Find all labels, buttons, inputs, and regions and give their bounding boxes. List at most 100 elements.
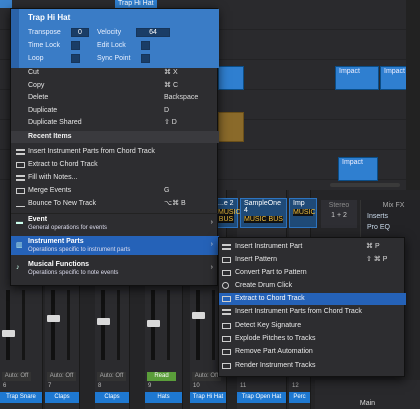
submenu-create-drum-click[interactable]: Create Drum Click [219, 280, 406, 292]
event-icon: ▬ [16, 219, 23, 226]
clip-impact[interactable]: Impact [338, 157, 378, 181]
automation-mode[interactable]: Read [147, 372, 176, 381]
horizontal-scrollbar[interactable] [330, 183, 400, 187]
instrument-part-icon [16, 149, 25, 155]
edit-lock-label: Edit Lock [97, 42, 126, 49]
menu-item-label: Duplicate Shared [28, 119, 82, 126]
inserts-label[interactable]: Inserts [361, 211, 420, 222]
submenu-item-label: Detect Key Signature [235, 322, 302, 329]
clip-audio[interactable] [218, 112, 244, 142]
submenu-render-instrument-tracks[interactable]: Render Instrument Tracks [219, 360, 406, 372]
explode-icon [222, 336, 231, 342]
render-icon [222, 363, 231, 369]
submenu-insert-instrument-part[interactable]: Insert Instrument Part ⌘ P [219, 241, 406, 253]
submenu-item-label: Insert Pattern [235, 256, 278, 263]
transpose-field[interactable]: 0 [71, 28, 89, 37]
channel-name[interactable]: Trap Hi Hat [190, 392, 226, 403]
chord-track-icon [16, 162, 25, 168]
automation-mode[interactable]: Auto: Off [97, 372, 126, 381]
menu-item-shortcut: ⌘ X [164, 69, 178, 76]
menu-item-shortcut: D [164, 107, 170, 114]
group-description: General operations for events [28, 225, 108, 231]
loop-checkbox[interactable] [71, 54, 80, 63]
clip-impact[interactable]: Impact [380, 66, 408, 90]
sync-point-checkbox[interactable] [141, 54, 150, 63]
menu-item-shortcut: ⌥⌘ B [164, 200, 186, 207]
menu-item-label: Merge Events [28, 187, 72, 194]
stereo-output[interactable]: Stereo 1 + 2 [321, 200, 357, 228]
menu-item-delete[interactable]: Delete Backspace [11, 92, 219, 104]
part-inspector-header: Trap Hi Hat Transpose 0 Velocity 64 Time… [11, 9, 219, 68]
bus-label: MUSIC BUS [218, 209, 241, 223]
menu-item-label: Fill with Notes... [28, 174, 78, 181]
edit-lock-checkbox[interactable] [141, 41, 150, 50]
submenu-detect-key-signature[interactable]: Detect Key Signature [219, 320, 406, 332]
channel-name[interactable]: Perc [289, 392, 310, 403]
channel-number: 12 [292, 383, 299, 389]
bus-label: MUSIC BUS [244, 216, 283, 223]
instrument-parts-submenu: Insert Instrument Part ⌘ P Insert Patter… [218, 237, 406, 377]
channel-header-name: SampleOne 4 [244, 200, 281, 214]
menu-item-label: Delete [28, 94, 49, 101]
channel-name[interactable]: Hats [145, 392, 182, 403]
clip-impact[interactable]: Impact [335, 66, 379, 90]
menu-item-label: Bounce To New Track [28, 200, 96, 207]
submenu-item-label: Convert Part to Pattern [235, 269, 307, 276]
velocity-field[interactable]: 64 [136, 28, 170, 37]
menu-item-insert-parts-from-chord[interactable]: Insert Instrument Parts from Chord Track [11, 146, 219, 158]
group-title: Instrument Parts [28, 238, 84, 245]
channel-name[interactable]: Trap Snare [0, 392, 42, 403]
menu-item-extract-chord[interactable]: Extract to Chord Track [11, 159, 219, 171]
submenu-item-label: Explode Pitches to Tracks [235, 335, 316, 342]
channel-name[interactable]: Trap Open Hat [237, 392, 286, 403]
channel-name[interactable]: Claps [45, 392, 79, 403]
submenu-item-shortcut: ⇧ ⌘ P [366, 256, 388, 263]
menu-group-musical-functions[interactable]: ♪ Musical Functions Operations specific … [11, 259, 219, 278]
submenu-remove-part-automation[interactable]: Remove Part Automation [219, 346, 406, 358]
menu-item-label: Duplicate [28, 107, 58, 114]
channel-name[interactable]: Claps [95, 392, 129, 403]
submenu-item-label: Insert Instrument Parts from Chord Track [235, 308, 362, 315]
transpose-label: Transpose [28, 29, 61, 36]
submenu-explode-pitches[interactable]: Explode Pitches to Tracks [219, 333, 406, 345]
menu-item-shortcut: ⌘ C [164, 82, 178, 89]
stereo-label: Stereo [328, 202, 350, 209]
menu-item-cut[interactable]: Cut ⌘ X [11, 67, 219, 79]
menu-item-shortcut: Backspace [164, 94, 199, 101]
clip-top-left[interactable] [0, 0, 12, 8]
group-description: Operations specific to note events [28, 270, 119, 276]
submenu-insert-pattern[interactable]: Insert Pattern ⇧ ⌘ P [219, 254, 406, 266]
event-context-menu: Trap Hi Hat Transpose 0 Velocity 64 Time… [10, 8, 219, 286]
automation-icon [222, 349, 231, 355]
drum-click-icon [222, 282, 229, 289]
instrument-part-icon [222, 309, 231, 315]
menu-item-label: Extract to Chord Track [28, 161, 98, 168]
submenu-extract-to-chord-track[interactable]: Extract to Chord Track [219, 293, 406, 305]
instrument-parts-icon: ▥ [16, 242, 23, 249]
submenu-convert-part-to-pattern[interactable]: Convert Part to Pattern [219, 267, 406, 279]
menu-item-shortcut: ⇧ D [164, 119, 177, 126]
automation-mode[interactable]: Auto: Off [2, 372, 31, 381]
menu-item-label: Copy [28, 82, 45, 89]
channel-header-name: ...e 2 [218, 200, 234, 207]
stereo-value: 1 + 2 [331, 212, 347, 219]
main-channel-name[interactable]: Main [315, 400, 420, 407]
automation-mode[interactable]: Auto: Off [192, 372, 221, 381]
clip-trap-hi-hat-top[interactable]: Trap Hi Hat [115, 0, 157, 8]
plugin-pro-eq[interactable]: Pro EQ [361, 222, 420, 233]
channel-number: 9 [148, 383, 152, 389]
menu-item-bounce-new-track[interactable]: Bounce To New Track ⌥⌘ B [11, 198, 219, 210]
time-lock-checkbox[interactable] [71, 41, 80, 50]
menu-item-fill-with-notes[interactable]: Fill with Notes... [11, 172, 219, 184]
menu-group-instrument-parts[interactable]: ▥ Instrument Parts Operations specific t… [11, 236, 219, 255]
menu-group-event[interactable]: ▬ Event General operations for events › [11, 213, 219, 232]
submenu-insert-parts-from-chord-track[interactable]: Insert Instrument Parts from Chord Track [219, 306, 406, 318]
menu-item-merge-events[interactable]: Merge Events G [11, 185, 219, 197]
menu-item-copy[interactable]: Copy ⌘ C [11, 80, 219, 92]
menu-item-duplicate-shared[interactable]: Duplicate Shared ⇧ D [11, 117, 219, 129]
menu-item-duplicate[interactable]: Duplicate D [11, 105, 219, 117]
clip-blue[interactable] [218, 66, 244, 90]
channel-header[interactable]: Imp MUSIC [289, 198, 317, 228]
channel-header[interactable]: SampleOne 4 MUSIC BUS [240, 198, 287, 228]
automation-mode[interactable]: Auto: Off [47, 372, 76, 381]
